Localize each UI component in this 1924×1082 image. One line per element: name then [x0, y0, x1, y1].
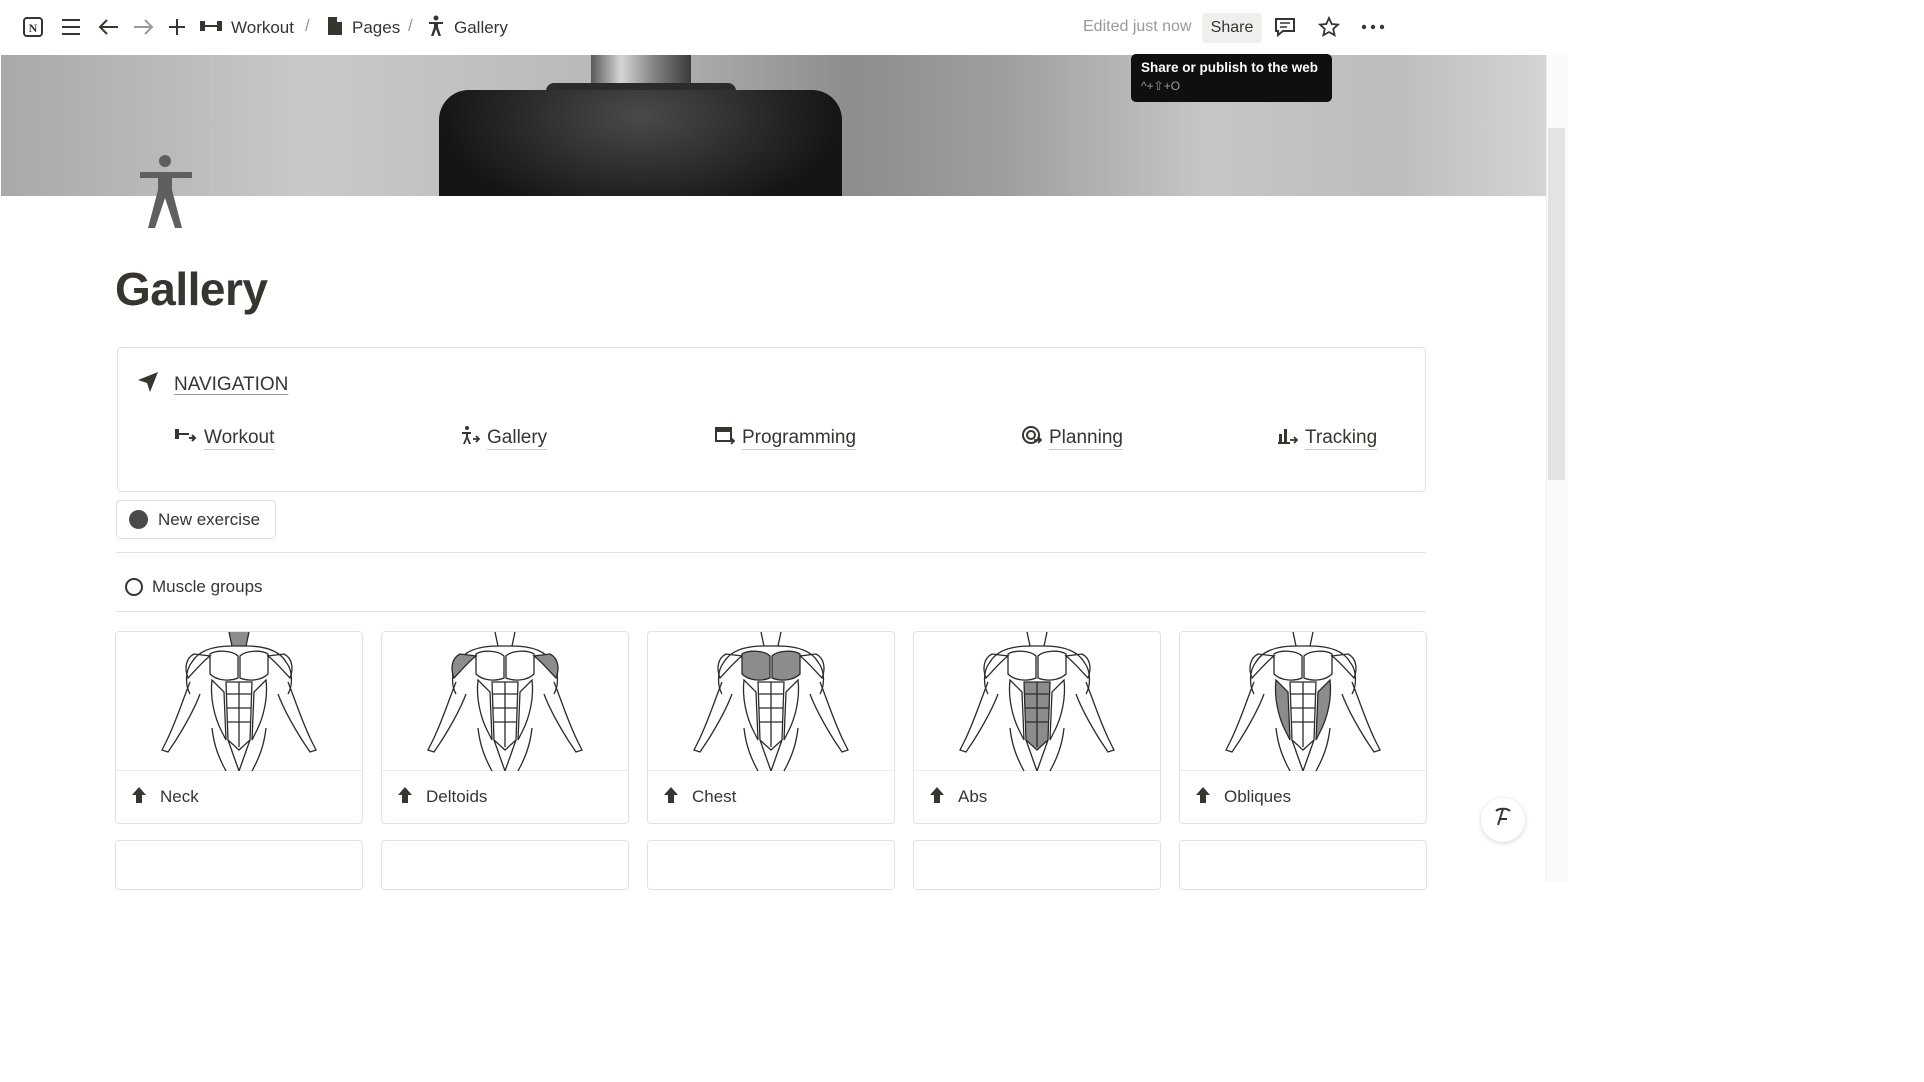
- new-exercise-label: New exercise: [158, 509, 261, 529]
- page-title[interactable]: Gallery: [115, 262, 268, 316]
- nav-link-workout[interactable]: Workout: [174, 424, 275, 452]
- arrow-up-icon: [130, 786, 148, 809]
- tooltip-title: Share or publish to the web: [1141, 60, 1319, 75]
- nav-link-label: Planning: [1049, 426, 1123, 450]
- svg-text:N: N: [29, 21, 38, 35]
- page-icon: [326, 16, 344, 41]
- nav-link-gallery[interactable]: Gallery: [459, 424, 548, 452]
- card-label-row: Neck: [116, 771, 362, 823]
- target-icon: [1021, 424, 1043, 452]
- gallery-card-abs[interactable]: Abs: [913, 631, 1161, 824]
- help-button[interactable]: [1481, 798, 1525, 842]
- arrow-up-icon: [662, 786, 680, 809]
- nav-link-label: Workout: [204, 426, 275, 450]
- tooltip-shortcut: ^+⇧+O: [1141, 79, 1181, 93]
- nav-link-programming[interactable]: Programming: [714, 424, 857, 452]
- person-standing-icon[interactable]: [136, 150, 196, 232]
- top-bar: N Workout / Pages / Gallery Edited just …: [0, 0, 1568, 55]
- edited-status: Edited just now: [1083, 18, 1192, 35]
- navigation-arrow-icon: [136, 370, 160, 399]
- arrow-up-icon: [1194, 786, 1212, 809]
- more-options-icon[interactable]: [1360, 14, 1386, 40]
- gallery-card-obliques[interactable]: Obliques: [1179, 631, 1427, 824]
- muscle-diagram: [1180, 632, 1426, 771]
- gallery-card-partial[interactable]: [381, 840, 629, 890]
- gallery-card-neck[interactable]: Neck: [115, 631, 363, 824]
- navigation-callout: [117, 347, 1426, 492]
- breadcrumb-pages[interactable]: Pages: [326, 16, 400, 40]
- muscle-diagram: [648, 632, 894, 771]
- divider: [116, 552, 1426, 553]
- notion-logo-icon[interactable]: N: [20, 14, 46, 40]
- calendar-icon: [714, 424, 736, 452]
- divider: [116, 611, 1426, 612]
- gallery-card-partial[interactable]: [913, 840, 1161, 890]
- nav-link-planning[interactable]: Planning: [1021, 424, 1123, 452]
- arrow-up-icon: [396, 786, 414, 809]
- gallery-icon: [459, 424, 481, 452]
- back-arrow-icon[interactable]: [96, 14, 122, 40]
- breadcrumb-workout[interactable]: Workout: [199, 16, 294, 40]
- new-exercise-button[interactable]: New exercise: [116, 500, 276, 539]
- card-label: Chest: [692, 787, 737, 806]
- card-label-row: Chest: [648, 771, 894, 823]
- navigation-heading: NAVIGATION: [136, 370, 288, 399]
- scrollbar-thumb[interactable]: [1548, 128, 1565, 480]
- card-label: Deltoids: [426, 787, 488, 806]
- muscle-diagram: [116, 632, 362, 771]
- breadcrumb-label: Gallery: [454, 18, 508, 37]
- breadcrumb-separator: /: [408, 16, 413, 35]
- breadcrumb-gallery[interactable]: Gallery: [426, 15, 508, 42]
- star-icon[interactable]: [1316, 14, 1342, 40]
- help-icon: [1491, 805, 1515, 835]
- card-label: Abs: [958, 787, 988, 806]
- circle-filled-icon: [129, 510, 148, 529]
- breadcrumb-separator: /: [305, 16, 310, 35]
- gallery-card-partial[interactable]: [1179, 840, 1427, 890]
- muscle-groups-label: Muscle groups: [152, 577, 263, 596]
- comment-icon[interactable]: [1272, 14, 1298, 40]
- card-label: Obliques: [1224, 787, 1292, 806]
- gallery-card-partial[interactable]: [115, 840, 363, 890]
- person-icon: [426, 15, 446, 42]
- card-label-row: Obliques: [1180, 771, 1426, 823]
- muscle-diagram: [914, 632, 1160, 771]
- arrow-up-icon: [928, 786, 946, 809]
- share-button[interactable]: Share: [1202, 13, 1262, 43]
- nav-link-label: Programming: [742, 426, 857, 450]
- dumbbell-icon: [199, 18, 223, 39]
- menu-icon[interactable]: [58, 14, 84, 40]
- nav-link-label: Tracking: [1305, 426, 1378, 450]
- gallery-card-chest[interactable]: Chest: [647, 631, 895, 824]
- workout-icon: [174, 424, 198, 452]
- card-label: Neck: [160, 787, 199, 806]
- forward-arrow-icon[interactable]: [130, 14, 156, 40]
- card-label-row: Deltoids: [382, 771, 628, 823]
- share-tooltip: Share or publish to the web ^+⇧+O: [1131, 54, 1332, 102]
- add-icon[interactable]: [164, 14, 190, 40]
- chart-icon: [1277, 424, 1299, 452]
- breadcrumb-label: Workout: [231, 18, 294, 37]
- navigation-heading-label[interactable]: NAVIGATION: [174, 374, 288, 396]
- card-label-row: Abs: [914, 771, 1160, 823]
- gallery-card-deltoids[interactable]: Deltoids: [381, 631, 629, 824]
- nav-link-label: Gallery: [487, 426, 548, 450]
- gallery-card-partial[interactable]: [647, 840, 895, 890]
- circle-outline-icon: [125, 578, 143, 596]
- breadcrumb-label: Pages: [352, 18, 401, 37]
- nav-link-tracking[interactable]: Tracking: [1277, 424, 1378, 452]
- muscle-groups-heading[interactable]: Muscle groups: [125, 577, 263, 597]
- muscle-diagram: [382, 632, 628, 771]
